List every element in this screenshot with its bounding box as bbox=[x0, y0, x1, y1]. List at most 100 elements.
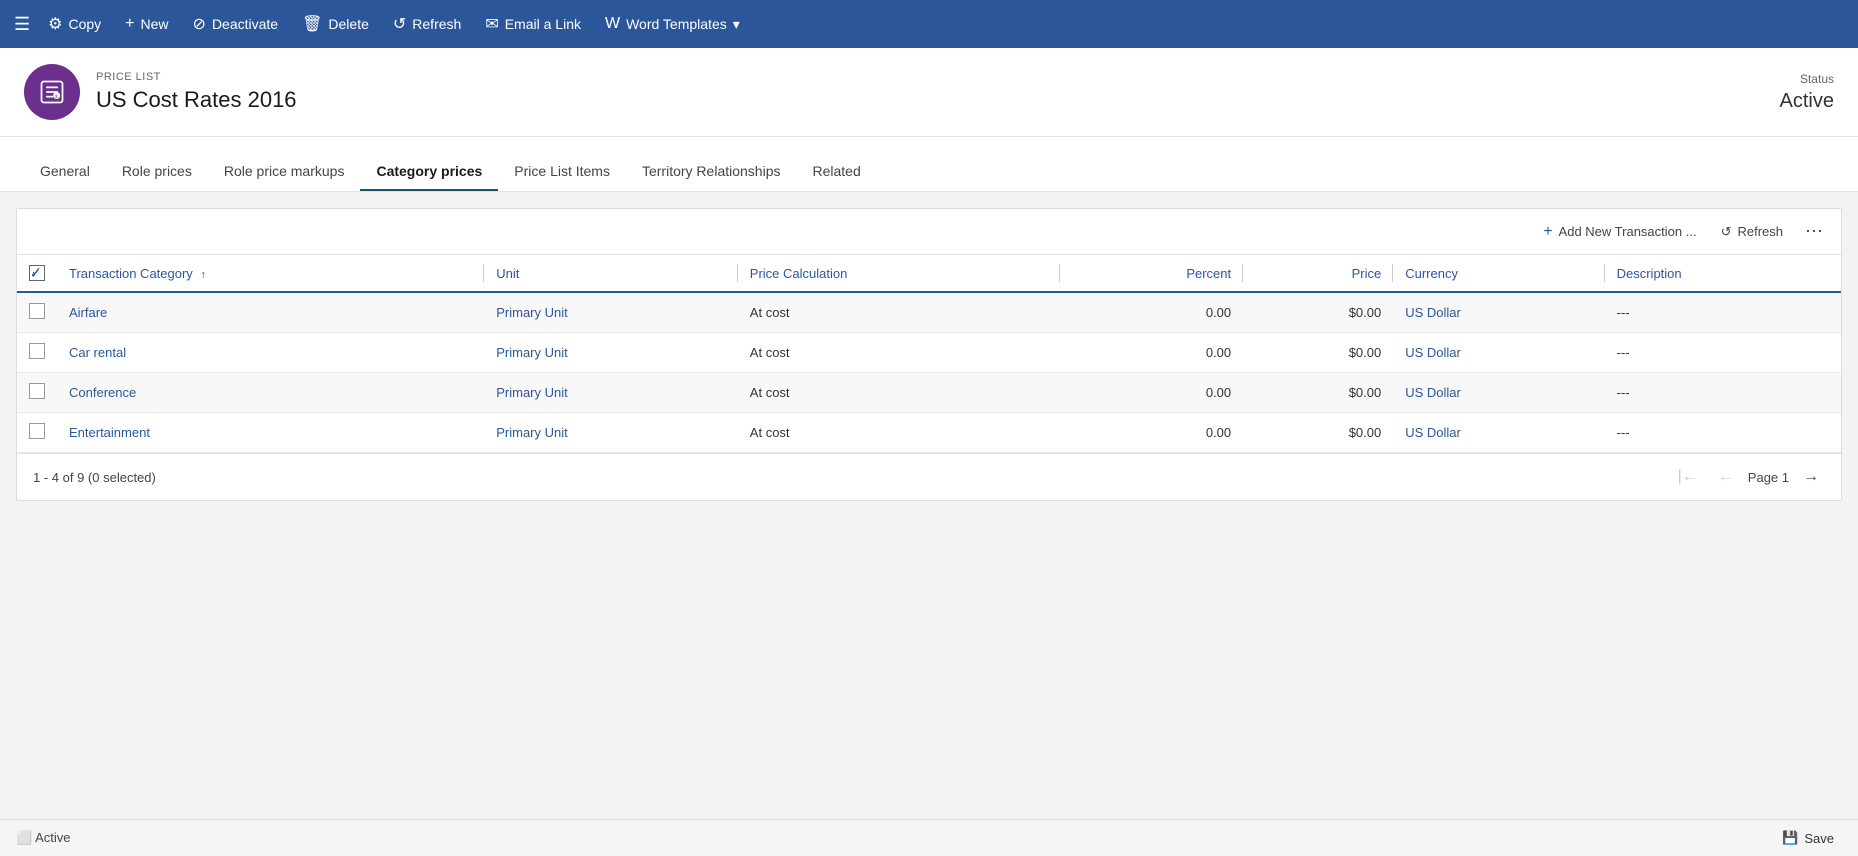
grid-container: + Add New Transaction ... ↺ Refresh ⋯ ✓ … bbox=[16, 208, 1842, 501]
tab-role-prices[interactable]: Role prices bbox=[106, 153, 208, 191]
pagination-summary: 1 - 4 of 9 (0 selected) bbox=[33, 470, 156, 485]
cell-description: --- bbox=[1605, 333, 1841, 373]
prev-page-button[interactable]: ← bbox=[1712, 464, 1740, 490]
select-all-header[interactable]: ✓ bbox=[17, 255, 57, 292]
row-checkbox-cell[interactable] bbox=[17, 373, 57, 413]
row-checkbox[interactable] bbox=[29, 343, 45, 359]
data-table: ✓ Transaction Category ↑ Unit Price Calc… bbox=[17, 255, 1841, 453]
cell-currency: US Dollar bbox=[1393, 373, 1604, 413]
transaction-category-link[interactable]: Car rental bbox=[69, 345, 126, 360]
transaction-category-link[interactable]: Airfare bbox=[69, 305, 107, 320]
cell-price-calculation: At cost bbox=[738, 373, 1061, 413]
next-page-button[interactable]: → bbox=[1797, 464, 1825, 490]
currency-link[interactable]: US Dollar bbox=[1405, 425, 1461, 440]
cell-description: --- bbox=[1605, 292, 1841, 333]
row-checkbox[interactable] bbox=[29, 423, 45, 439]
cell-currency: US Dollar bbox=[1393, 333, 1604, 373]
currency-link[interactable]: US Dollar bbox=[1405, 305, 1461, 320]
cell-price-calculation: At cost bbox=[738, 333, 1061, 373]
deactivate-button[interactable]: ⊘ Deactivate bbox=[181, 8, 291, 40]
cell-description: --- bbox=[1605, 373, 1841, 413]
page-controls: |← ← Page 1 → bbox=[1672, 464, 1825, 490]
email-link-button[interactable]: ✉ Email a Link bbox=[473, 8, 593, 40]
select-all-checkbox[interactable]: ✓ bbox=[29, 265, 45, 281]
table-row[interactable]: Car rental Primary Unit At cost 0.00 $0.… bbox=[17, 333, 1841, 373]
header-info: PRICE LIST US Cost Rates 2016 bbox=[96, 71, 1780, 113]
table-row[interactable]: Entertainment Primary Unit At cost 0.00 … bbox=[17, 413, 1841, 453]
tab-related[interactable]: Related bbox=[796, 153, 876, 191]
price-list-icon: $ bbox=[38, 78, 66, 106]
unit-link[interactable]: Primary Unit bbox=[496, 345, 568, 360]
sort-icon: ↑ bbox=[200, 269, 206, 281]
row-checkbox[interactable] bbox=[29, 303, 45, 319]
tab-territory-relationships[interactable]: Territory Relationships bbox=[626, 153, 797, 191]
col-header-transaction-category[interactable]: Transaction Category ↑ bbox=[57, 255, 484, 292]
grid-toolbar: + Add New Transaction ... ↺ Refresh ⋯ bbox=[17, 209, 1841, 255]
first-page-button[interactable]: |← bbox=[1672, 464, 1704, 490]
cell-price: $0.00 bbox=[1243, 413, 1393, 453]
status-indicator-icon: ⬜ bbox=[16, 830, 32, 845]
grid-refresh-button[interactable]: ↺ Refresh bbox=[1713, 220, 1791, 244]
page-title: US Cost Rates 2016 bbox=[96, 87, 1780, 113]
add-new-transaction-button[interactable]: + Add New Transaction ... bbox=[1535, 219, 1704, 245]
page-header: $ PRICE LIST US Cost Rates 2016 Status A… bbox=[0, 48, 1858, 137]
cell-currency: US Dollar bbox=[1393, 413, 1604, 453]
new-icon: + bbox=[125, 15, 134, 33]
cell-transaction-category: Entertainment bbox=[57, 413, 484, 453]
transaction-category-link[interactable]: Conference bbox=[69, 385, 136, 400]
cell-transaction-category: Car rental bbox=[57, 333, 484, 373]
col-header-currency[interactable]: Currency bbox=[1393, 255, 1604, 292]
save-button[interactable]: 💾 Save bbox=[1774, 826, 1842, 850]
entity-type-label: PRICE LIST bbox=[96, 71, 1780, 83]
row-checkbox[interactable] bbox=[29, 383, 45, 399]
cell-unit: Primary Unit bbox=[484, 373, 738, 413]
unit-link[interactable]: Primary Unit bbox=[496, 385, 568, 400]
cell-percent: 0.00 bbox=[1060, 292, 1243, 333]
table-row[interactable]: Conference Primary Unit At cost 0.00 $0.… bbox=[17, 373, 1841, 413]
delete-button[interactable]: 🗑 Delete bbox=[290, 8, 381, 40]
cell-price: $0.00 bbox=[1243, 373, 1393, 413]
col-header-description[interactable]: Description bbox=[1605, 255, 1841, 292]
col-header-unit[interactable]: Unit bbox=[484, 255, 738, 292]
cell-description: --- bbox=[1605, 413, 1841, 453]
unit-link[interactable]: Primary Unit bbox=[496, 425, 568, 440]
tab-price-list-items[interactable]: Price List Items bbox=[498, 153, 626, 191]
cell-percent: 0.00 bbox=[1060, 333, 1243, 373]
unit-link[interactable]: Primary Unit bbox=[496, 305, 568, 320]
tab-role-price-markups[interactable]: Role price markups bbox=[208, 153, 361, 191]
row-checkbox-cell[interactable] bbox=[17, 333, 57, 373]
new-button[interactable]: + New bbox=[113, 9, 180, 39]
content-area: + Add New Transaction ... ↺ Refresh ⋯ ✓ … bbox=[0, 192, 1858, 819]
svg-text:$: $ bbox=[55, 94, 58, 99]
cell-unit: Primary Unit bbox=[484, 413, 738, 453]
status-bar-right: 💾 Save bbox=[1774, 826, 1842, 850]
tab-category-prices[interactable]: Category prices bbox=[360, 153, 498, 191]
row-checkbox-cell[interactable] bbox=[17, 292, 57, 333]
word-templates-button[interactable]: W Word Templates ▾ bbox=[593, 9, 752, 39]
col-header-price[interactable]: Price bbox=[1243, 255, 1393, 292]
currency-link[interactable]: US Dollar bbox=[1405, 385, 1461, 400]
copy-button[interactable]: ⚙ Copy bbox=[36, 8, 113, 40]
email-icon: ✉ bbox=[485, 14, 498, 34]
header-status: Status Active bbox=[1780, 72, 1834, 113]
cell-unit: Primary Unit bbox=[484, 333, 738, 373]
tab-general[interactable]: General bbox=[24, 153, 106, 191]
tabs-container: General Role prices Role price markups C… bbox=[0, 153, 1858, 192]
grid-refresh-icon: ↺ bbox=[1721, 224, 1732, 240]
add-icon: + bbox=[1543, 223, 1552, 241]
nav-icon[interactable]: ☰ bbox=[8, 8, 36, 41]
col-header-price-calculation[interactable]: Price Calculation bbox=[738, 255, 1061, 292]
more-options-icon[interactable]: ⋯ bbox=[1799, 217, 1829, 246]
refresh-icon: ↺ bbox=[393, 14, 406, 34]
status-text: Active bbox=[35, 830, 70, 845]
table-row[interactable]: Airfare Primary Unit At cost 0.00 $0.00 … bbox=[17, 292, 1841, 333]
row-checkbox-cell[interactable] bbox=[17, 413, 57, 453]
status-left: ⬜ Active bbox=[16, 830, 71, 846]
refresh-button[interactable]: ↺ Refresh bbox=[381, 8, 473, 40]
cell-price-calculation: At cost bbox=[738, 413, 1061, 453]
currency-link[interactable]: US Dollar bbox=[1405, 345, 1461, 360]
transaction-category-link[interactable]: Entertainment bbox=[69, 425, 150, 440]
dropdown-chevron-icon: ▾ bbox=[733, 16, 740, 33]
col-header-percent[interactable]: Percent bbox=[1060, 255, 1243, 292]
cell-percent: 0.00 bbox=[1060, 373, 1243, 413]
